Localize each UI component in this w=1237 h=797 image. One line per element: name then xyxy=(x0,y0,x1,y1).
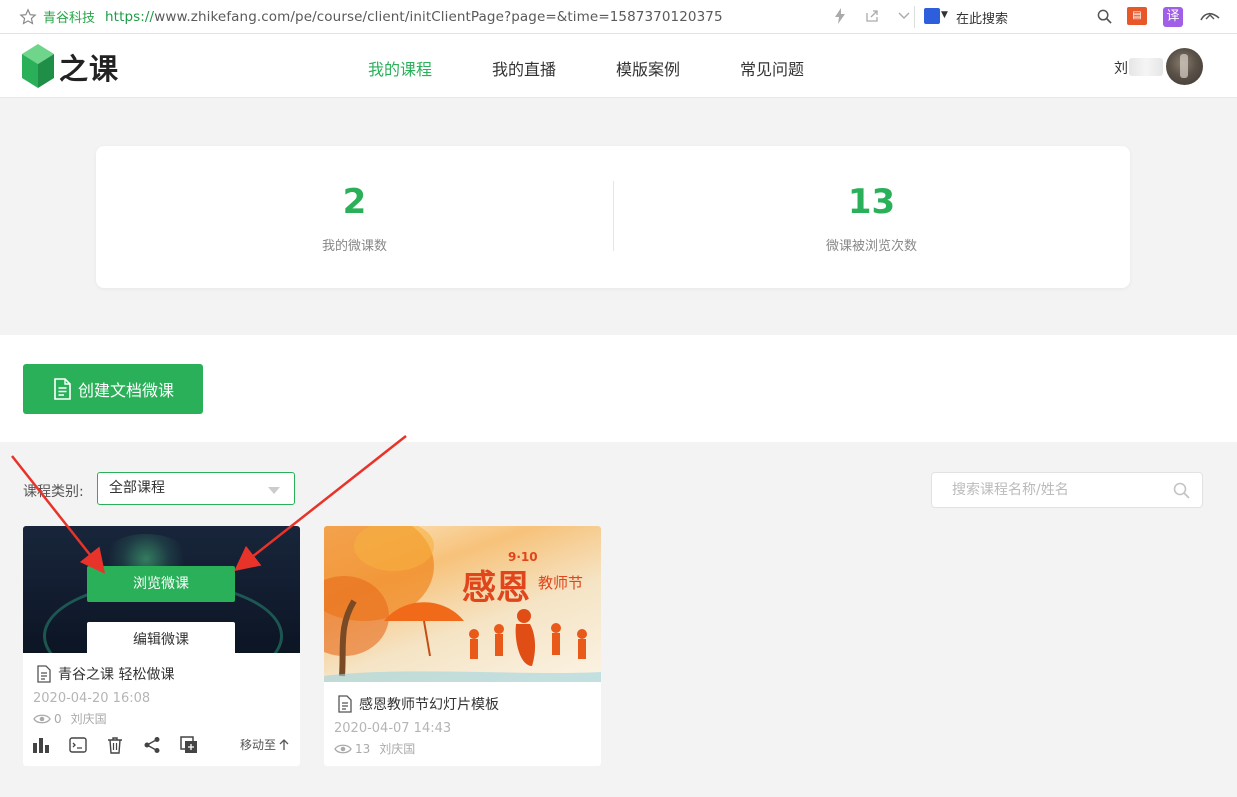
trash-icon[interactable] xyxy=(106,736,124,754)
course-card[interactable]: 浏览微课 编辑微课 青谷之课 轻松做课 2020-04-20 16:08 0 刘… xyxy=(23,526,300,766)
course-date: 2020-04-07 14:43 xyxy=(334,721,452,736)
stat-view-count: 13 微课被浏览次数 xyxy=(613,146,1130,254)
chevron-down-icon[interactable] xyxy=(896,7,912,25)
course-meta: 0 刘庆国 xyxy=(33,710,107,727)
course-title[interactable]: 青谷之课 轻松做课 xyxy=(36,664,174,684)
category-select[interactable]: 全部课程 xyxy=(97,472,295,505)
share-page-icon[interactable] xyxy=(864,7,880,25)
search-engine-icon[interactable] xyxy=(924,8,940,24)
nav-faq[interactable]: 常见问题 xyxy=(740,56,804,80)
caret-down-icon xyxy=(268,487,280,494)
create-button-label: 创建文档微课 xyxy=(77,381,174,400)
bar-chart-icon[interactable] xyxy=(32,736,50,754)
eye-icon xyxy=(334,744,352,753)
lightning-icon[interactable] xyxy=(832,7,848,25)
author-name: 刘庆国 xyxy=(379,742,416,756)
create-area: 创建文档微课 xyxy=(0,335,1237,442)
view-count: 0 xyxy=(54,711,62,726)
create-doc-course-button[interactable]: 创建文档微课 xyxy=(23,364,203,414)
thumb-title-big: 感恩 xyxy=(462,568,530,608)
stat-course-count: 2 我的微课数 xyxy=(96,146,613,254)
course-date: 2020-04-20 16:08 xyxy=(33,691,151,706)
eye-icon xyxy=(33,714,51,723)
url-field[interactable]: https://www.zhikefang.com/pe/course/clie… xyxy=(105,9,723,25)
extension-icon[interactable] xyxy=(1200,10,1220,24)
site-name: 青谷科技 xyxy=(43,11,96,26)
document-icon xyxy=(54,378,71,400)
avatar[interactable] xyxy=(1166,48,1203,85)
course-title-text: 青谷之课 轻松做课 xyxy=(58,667,175,683)
arrow-up-icon xyxy=(279,738,289,750)
url-rest: www.zhikefang.com/pe/course/client/initC… xyxy=(154,8,723,25)
move-to-button[interactable]: 移动至 xyxy=(240,736,289,753)
main-nav: 我的课程 我的直播 模版案例 常见问题 xyxy=(368,56,864,80)
course-title[interactable]: 感恩教师节幻灯片模板 xyxy=(337,694,499,714)
logo-icon[interactable] xyxy=(22,44,54,88)
browse-course-button[interactable]: 浏览微课 xyxy=(87,566,235,602)
course-card[interactable]: 感恩 教师节 9·10 感恩教师节幻灯片模板 2020-04-07 14:43 … xyxy=(324,526,601,766)
translate-icon[interactable]: 译 xyxy=(1163,7,1183,27)
thumb-date: 9·10 xyxy=(508,550,538,564)
document-icon xyxy=(338,695,352,713)
search-icon[interactable] xyxy=(1097,9,1112,24)
app-header: 之课 我的课程 我的直播 模版案例 常见问题 刘 xyxy=(0,34,1237,98)
divider xyxy=(914,6,915,28)
terminal-icon[interactable] xyxy=(69,736,87,754)
share-icon[interactable] xyxy=(143,736,161,754)
course-title-text: 感恩教师节幻灯片模板 xyxy=(359,697,499,713)
course-meta: 13 刘庆国 xyxy=(334,740,415,757)
category-selected: 全部课程 xyxy=(109,480,165,496)
move-to-label: 移动至 xyxy=(239,738,276,752)
course-search-input[interactable] xyxy=(932,473,1162,507)
author-name: 刘庆国 xyxy=(70,712,107,726)
nav-my-live[interactable]: 我的直播 xyxy=(492,56,556,80)
redacted-name xyxy=(1129,58,1163,76)
document-icon xyxy=(37,665,51,683)
browser-search-input[interactable]: 在此搜索 xyxy=(956,8,1008,27)
course-search-box xyxy=(931,472,1203,508)
thumb-title-small: 教师节 xyxy=(538,574,584,592)
course-thumbnail: 感恩 教师节 9·10 xyxy=(324,526,601,682)
nav-templates[interactable]: 模版案例 xyxy=(616,56,680,80)
stat-label: 我的微课数 xyxy=(321,239,387,254)
course-actions xyxy=(32,736,198,754)
logo-text[interactable]: 之课 xyxy=(59,46,119,88)
news-icon[interactable]: ▤ xyxy=(1127,7,1147,25)
stat-value: 2 xyxy=(342,182,367,222)
user-name[interactable]: 刘 xyxy=(1114,58,1128,78)
nav-my-courses[interactable]: 我的课程 xyxy=(368,56,432,80)
stats-card: 2 我的微课数 13 微课被浏览次数 xyxy=(96,146,1130,288)
stats-area: 2 我的微课数 13 微课被浏览次数 xyxy=(0,98,1237,335)
stat-label: 微课被浏览次数 xyxy=(825,239,917,254)
search-icon[interactable] xyxy=(1173,482,1190,499)
category-label: 课程类别: xyxy=(23,484,84,500)
bookmark-star-icon[interactable] xyxy=(19,7,37,26)
stat-value: 13 xyxy=(847,182,896,222)
copy-icon[interactable] xyxy=(180,736,198,754)
url-scheme: https:// xyxy=(105,8,155,25)
edit-course-button[interactable]: 编辑微课 xyxy=(87,622,235,658)
browser-address-bar: 青谷科技 https://www.zhikefang.com/pe/course… xyxy=(0,0,1237,34)
view-count: 13 xyxy=(355,741,371,756)
caret-down-icon[interactable]: ▼ xyxy=(941,10,948,20)
